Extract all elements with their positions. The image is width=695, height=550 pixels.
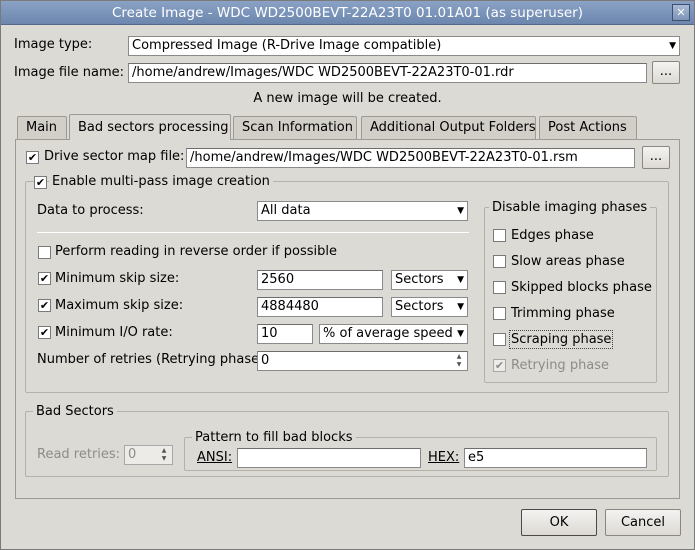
image-type-label: Image type: <box>14 37 93 52</box>
image-type-value: Compressed Image (R-Drive Image compatib… <box>132 38 442 53</box>
min-io-unit: % of average speed <box>323 326 453 341</box>
chevron-down-icon: ▼ <box>669 41 676 51</box>
read-retries-spinbox[interactable]: 0 ▲ ▼ <box>124 445 173 465</box>
image-file-browse-button[interactable]: ... <box>652 61 680 84</box>
max-skip-input[interactable]: 4884480 <box>257 297 383 317</box>
ok-button[interactable]: OK <box>521 509 597 536</box>
retrying-phase-label: Retrying phase <box>511 358 610 373</box>
tab-bad-sectors-processing[interactable]: Bad sectors processing <box>69 114 231 140</box>
ansi-label: ANSI: <box>197 450 233 465</box>
min-skip-input[interactable]: 2560 <box>257 270 383 290</box>
cancel-button[interactable]: Cancel <box>605 509 681 536</box>
title-bar: Create Image - WDC WD2500BEVT-22A23T0 01… <box>1 1 694 25</box>
min-skip-unit-select[interactable]: Sectors ▼ <box>391 270 468 290</box>
slow-areas-phase-checkbox[interactable] <box>493 255 506 268</box>
phases-title: Disable imaging phases <box>489 200 651 215</box>
close-icon[interactable]: ✕ <box>672 4 690 21</box>
max-skip-unit-select[interactable]: Sectors ▼ <box>391 297 468 317</box>
read-retries-value: 0 <box>128 447 137 462</box>
min-io-checkbox[interactable]: ✔ <box>38 326 51 339</box>
skipped-blocks-phase-label: Skipped blocks phase <box>511 280 652 295</box>
read-retries-label: Read retries: <box>37 447 121 462</box>
drive-map-checkbox[interactable]: ✔ <box>26 151 39 164</box>
chevron-down-icon: ▼ <box>457 329 464 339</box>
min-io-input[interactable]: 10 <box>257 324 313 344</box>
min-skip-checkbox[interactable]: ✔ <box>38 272 51 285</box>
ansi-input[interactable] <box>237 448 421 468</box>
data-to-process-value: All data <box>261 203 311 218</box>
data-to-process-label: Data to process: <box>37 203 144 218</box>
status-text: A new image will be created. <box>253 91 442 106</box>
retries-spinbox[interactable]: 0 ▲ ▼ <box>257 351 468 371</box>
min-skip-unit: Sectors <box>395 272 444 287</box>
tab-post-actions[interactable]: Post Actions <box>539 116 637 139</box>
slow-areas-phase-label: Slow areas phase <box>511 254 625 269</box>
image-file-input[interactable]: /home/andrew/Images/WDC WD2500BEVT-22A23… <box>128 63 647 83</box>
image-type-select[interactable]: Compressed Image (R-Drive Image compatib… <box>128 36 680 56</box>
chevron-down-icon: ▼ <box>457 206 464 216</box>
skipped-blocks-phase-checkbox[interactable] <box>493 281 506 294</box>
min-io-unit-select[interactable]: % of average speed ▼ <box>319 324 468 344</box>
edges-phase-checkbox[interactable] <box>493 229 506 242</box>
retries-value: 0 <box>261 353 270 368</box>
chevron-down-icon: ▼ <box>457 275 464 285</box>
scraping-phase-label: Scraping phase <box>508 330 614 349</box>
drive-map-browse-button[interactable]: ... <box>642 146 670 169</box>
image-file-label: Image file name: <box>14 65 125 80</box>
window-title: Create Image - WDC WD2500BEVT-22A23T0 01… <box>111 5 583 21</box>
max-skip-label: Maximum skip size: <box>55 298 184 313</box>
reverse-order-label: Perform reading in reverse order if poss… <box>55 244 337 259</box>
edges-phase-label: Edges phase <box>511 228 594 243</box>
chevron-down-icon: ▼ <box>457 302 464 312</box>
data-to-process-select[interactable]: All data ▼ <box>257 201 468 221</box>
scraping-phase-checkbox[interactable] <box>493 333 506 346</box>
trimming-phase-label: Trimming phase <box>511 306 615 321</box>
tab-additional-output-folders[interactable]: Additional Output Folders <box>361 116 536 139</box>
multipass-checkbox[interactable]: ✔ <box>34 176 47 189</box>
hex-label: HEX: <box>428 450 460 465</box>
max-skip-checkbox[interactable]: ✔ <box>38 299 51 312</box>
retries-label: Number of retries (Retrying phase): <box>37 352 269 367</box>
tab-scan-information[interactable]: Scan Information <box>233 116 357 139</box>
retrying-phase-checkbox[interactable]: ✔ <box>493 359 506 372</box>
min-io-label: Minimum I/O rate: <box>55 325 173 340</box>
multipass-label: Enable multi-pass image creation <box>49 174 273 189</box>
tab-main[interactable]: Main <box>17 116 67 139</box>
hex-input[interactable]: e5 <box>464 448 647 468</box>
drive-map-input[interactable]: /home/andrew/Images/WDC WD2500BEVT-22A23… <box>186 148 635 168</box>
divider <box>37 232 469 233</box>
create-image-dialog: Create Image - WDC WD2500BEVT-22A23T0 01… <box>0 0 695 550</box>
reverse-order-checkbox[interactable] <box>38 246 51 259</box>
spin-arrows-icon[interactable]: ▲ ▼ <box>158 447 170 463</box>
trimming-phase-checkbox[interactable] <box>493 307 506 320</box>
max-skip-unit: Sectors <box>395 299 444 314</box>
drive-map-label: Drive sector map file: <box>44 149 185 164</box>
spin-arrows-icon[interactable]: ▲ ▼ <box>453 353 465 369</box>
min-skip-label: Minimum skip size: <box>55 271 180 286</box>
pattern-title: Pattern to fill bad blocks <box>192 430 356 445</box>
bad-sectors-title: Bad Sectors <box>33 404 117 419</box>
